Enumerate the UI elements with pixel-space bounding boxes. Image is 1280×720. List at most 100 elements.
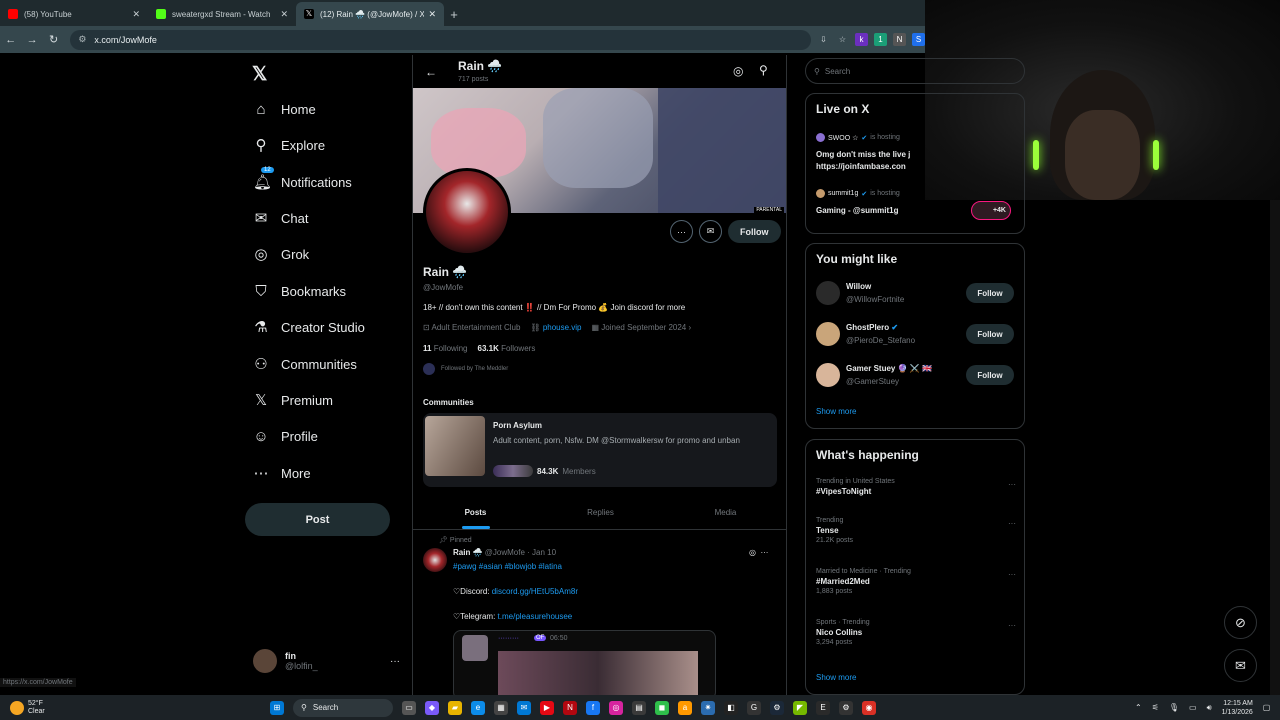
nav-item-home[interactable]: ⌂ Home bbox=[253, 97, 315, 121]
show-more-link[interactable]: Show more bbox=[816, 673, 856, 682]
following-stat[interactable]: 11 Following bbox=[423, 344, 468, 353]
file-explorer-icon[interactable]: ▰ bbox=[448, 700, 462, 715]
extension-icon[interactable]: N bbox=[893, 33, 906, 46]
live-listeners-pill[interactable]: +4K bbox=[971, 201, 1011, 220]
account-switcher[interactable]: fin @lolfin_ ··· bbox=[253, 649, 400, 673]
suggestion-row[interactable]: Gamer Stuey 🔮 ⚔️ 🇬🇧 @GamerStuey Follow bbox=[816, 360, 1016, 390]
telegram-link[interactable]: t.me/pleasurehousee bbox=[498, 612, 573, 621]
taskbar-search[interactable]: ⚲ Search bbox=[293, 698, 393, 717]
nvidia-icon[interactable]: ◤ bbox=[793, 700, 807, 715]
x-logo-icon[interactable]: 𝕏 bbox=[252, 63, 267, 86]
close-icon[interactable]: ✕ bbox=[428, 9, 436, 20]
app-icon[interactable]: G bbox=[747, 700, 761, 715]
pinned-post[interactable]: 📌︎ Pinned Rain 🌧️ @JowMofe · Jan 10 ◎ ··… bbox=[413, 533, 786, 695]
close-icon[interactable]: ✕ bbox=[280, 9, 288, 20]
trend-item[interactable]: Sports · Trending Nico Collins 3,294 pos… bbox=[816, 619, 1016, 646]
post-author-handle[interactable]: @JowMofe bbox=[485, 548, 525, 557]
suggestion-row[interactable]: Willow @WillowFortnite Follow bbox=[816, 278, 1016, 308]
show-more-link[interactable]: Show more bbox=[816, 407, 856, 416]
app-icon[interactable]: ◼ bbox=[655, 700, 669, 715]
follow-button[interactable]: Follow bbox=[728, 220, 781, 243]
message-button[interactable]: ✉ bbox=[699, 220, 722, 243]
extension-icon[interactable]: 1 bbox=[874, 33, 887, 46]
instagram-icon[interactable]: ◎ bbox=[609, 700, 623, 715]
nav-item-profile[interactable]: ☺ Profile bbox=[253, 424, 318, 448]
wifi-icon[interactable]: ⚟ bbox=[1152, 703, 1159, 712]
install-icon[interactable]: ⇩ bbox=[817, 33, 830, 46]
community-card[interactable]: Porn Asylum Adult content, porn, Nsfw. D… bbox=[423, 413, 777, 487]
tab-x-profile[interactable]: 𝕏 (12) Rain 🌧️ (@JowMofe) / X ✕ bbox=[296, 2, 444, 26]
more-icon[interactable]: ··· bbox=[1008, 480, 1016, 489]
chrome-icon[interactable]: ◉ bbox=[862, 700, 876, 715]
netflix-icon[interactable]: N bbox=[563, 700, 577, 715]
more-icon[interactable]: ··· bbox=[1008, 621, 1016, 630]
amazon-icon[interactable]: a bbox=[678, 700, 692, 715]
tab-kick[interactable]: sweatergxd Stream - Watch ✕ bbox=[148, 2, 296, 26]
post-author-name[interactable]: Rain 🌧️ bbox=[453, 548, 483, 557]
live-host-row[interactable]: summit1g ✔ is hosting bbox=[816, 189, 900, 198]
store-icon[interactable]: ▦ bbox=[494, 700, 508, 715]
settings-icon[interactable]: ⚙ bbox=[839, 700, 853, 715]
back-arrow-icon[interactable]: ← bbox=[425, 65, 437, 79]
followed-by[interactable]: Followed by The Meddler bbox=[423, 363, 508, 375]
notification-icon[interactable]: ▢ bbox=[1263, 703, 1271, 712]
weather-widget[interactable]: 52°F Clear bbox=[0, 700, 270, 716]
copilot-icon[interactable]: ◆ bbox=[425, 700, 439, 715]
followers-stat[interactable]: 63.1K Followers bbox=[478, 344, 536, 353]
new-tab-button[interactable]: + bbox=[444, 2, 464, 26]
profile-link[interactable]: phouse.vip bbox=[543, 323, 582, 332]
microphone-icon[interactable]: 🎙︎ bbox=[1169, 703, 1179, 712]
link-item[interactable]: ⛓ phouse.vip bbox=[530, 323, 581, 332]
extension-k-icon[interactable]: k bbox=[855, 33, 868, 46]
url-bar[interactable]: ⚙ x.com/JowMofe bbox=[70, 29, 811, 50]
more-icon[interactable]: ··· bbox=[1008, 519, 1016, 528]
messages-floating-button[interactable]: ✉ bbox=[1224, 649, 1257, 682]
nav-item-explore[interactable]: ⚲ Explore bbox=[253, 133, 326, 157]
back-icon[interactable]: ← bbox=[0, 34, 21, 46]
task-view-icon[interactable]: ▭ bbox=[402, 700, 416, 715]
forward-icon[interactable]: → bbox=[21, 34, 42, 46]
app-icon[interactable]: ✷ bbox=[701, 700, 715, 715]
clock[interactable]: 12:15 AM 1/13/2026 bbox=[1222, 699, 1253, 717]
steam-icon[interactable]: ⚙ bbox=[770, 700, 784, 715]
more-options-button[interactable]: ··· bbox=[670, 220, 693, 243]
nav-item-chat[interactable]: ✉ Chat bbox=[253, 206, 309, 230]
live-title[interactable]: Gaming - @summit1g bbox=[816, 205, 956, 217]
trend-item[interactable]: Married to Medicine · Trending #Married2… bbox=[816, 568, 1016, 595]
live-host-row[interactable]: SWOO ☆ ✔ is hosting bbox=[816, 133, 900, 142]
avatar[interactable] bbox=[423, 548, 447, 572]
site-info-icon[interactable]: ⚙ bbox=[78, 34, 86, 45]
edge-icon[interactable]: e bbox=[471, 700, 485, 715]
nav-item-notifications[interactable]: 🔔︎ 12 Notifications bbox=[253, 167, 352, 194]
grok-floating-button[interactable]: ⊘ bbox=[1224, 606, 1257, 639]
profile-avatar[interactable] bbox=[423, 168, 511, 256]
discord-link[interactable]: discord.gg/HEtU5bAm8r bbox=[492, 587, 578, 596]
extension-icon[interactable]: S bbox=[912, 33, 925, 46]
tab-replies[interactable]: Replies bbox=[538, 500, 663, 529]
trend-item[interactable]: Trending Tense 21.2K posts ··· bbox=[816, 517, 1016, 544]
volume-icon[interactable]: 🔊︎ bbox=[1207, 703, 1212, 713]
post-hashtags[interactable]: #pawg #asian #blowjob #latina bbox=[453, 562, 562, 571]
search-icon[interactable]: ⚲ bbox=[759, 63, 768, 77]
search-input[interactable]: ⚲ Search bbox=[805, 58, 1025, 84]
nav-item-bookmarks[interactable]: ⛉ Bookmarks bbox=[253, 279, 346, 303]
youtube-app-icon[interactable]: ▶ bbox=[540, 700, 554, 715]
tab-posts[interactable]: Posts bbox=[413, 500, 538, 529]
scrollbar[interactable] bbox=[1270, 200, 1280, 695]
follow-button[interactable]: Follow bbox=[966, 365, 1014, 385]
mail-app-icon[interactable]: ✉ bbox=[517, 700, 531, 715]
app-icon[interactable]: ▤ bbox=[632, 700, 646, 715]
more-icon[interactable]: ··· bbox=[390, 656, 400, 667]
post-media[interactable]: ········· OF 06:50 bbox=[453, 630, 716, 695]
post-button[interactable]: Post bbox=[245, 503, 390, 536]
nav-item-communities[interactable]: ⚇ Communities bbox=[253, 352, 357, 376]
tab-youtube[interactable]: (58) YouTube ✕ bbox=[0, 2, 148, 26]
live-title[interactable]: Omg don't miss the live j https://joinfa… bbox=[816, 149, 1016, 173]
facebook-icon[interactable]: f bbox=[586, 700, 600, 715]
reload-icon[interactable]: ↻ bbox=[43, 33, 64, 46]
grok-icon[interactable]: ◎ bbox=[749, 548, 756, 557]
more-icon[interactable]: ··· bbox=[1008, 570, 1016, 579]
display-icon[interactable]: ▭ bbox=[1189, 703, 1197, 712]
follow-button[interactable]: Follow bbox=[966, 283, 1014, 303]
start-icon[interactable]: ⊞ bbox=[270, 700, 284, 715]
